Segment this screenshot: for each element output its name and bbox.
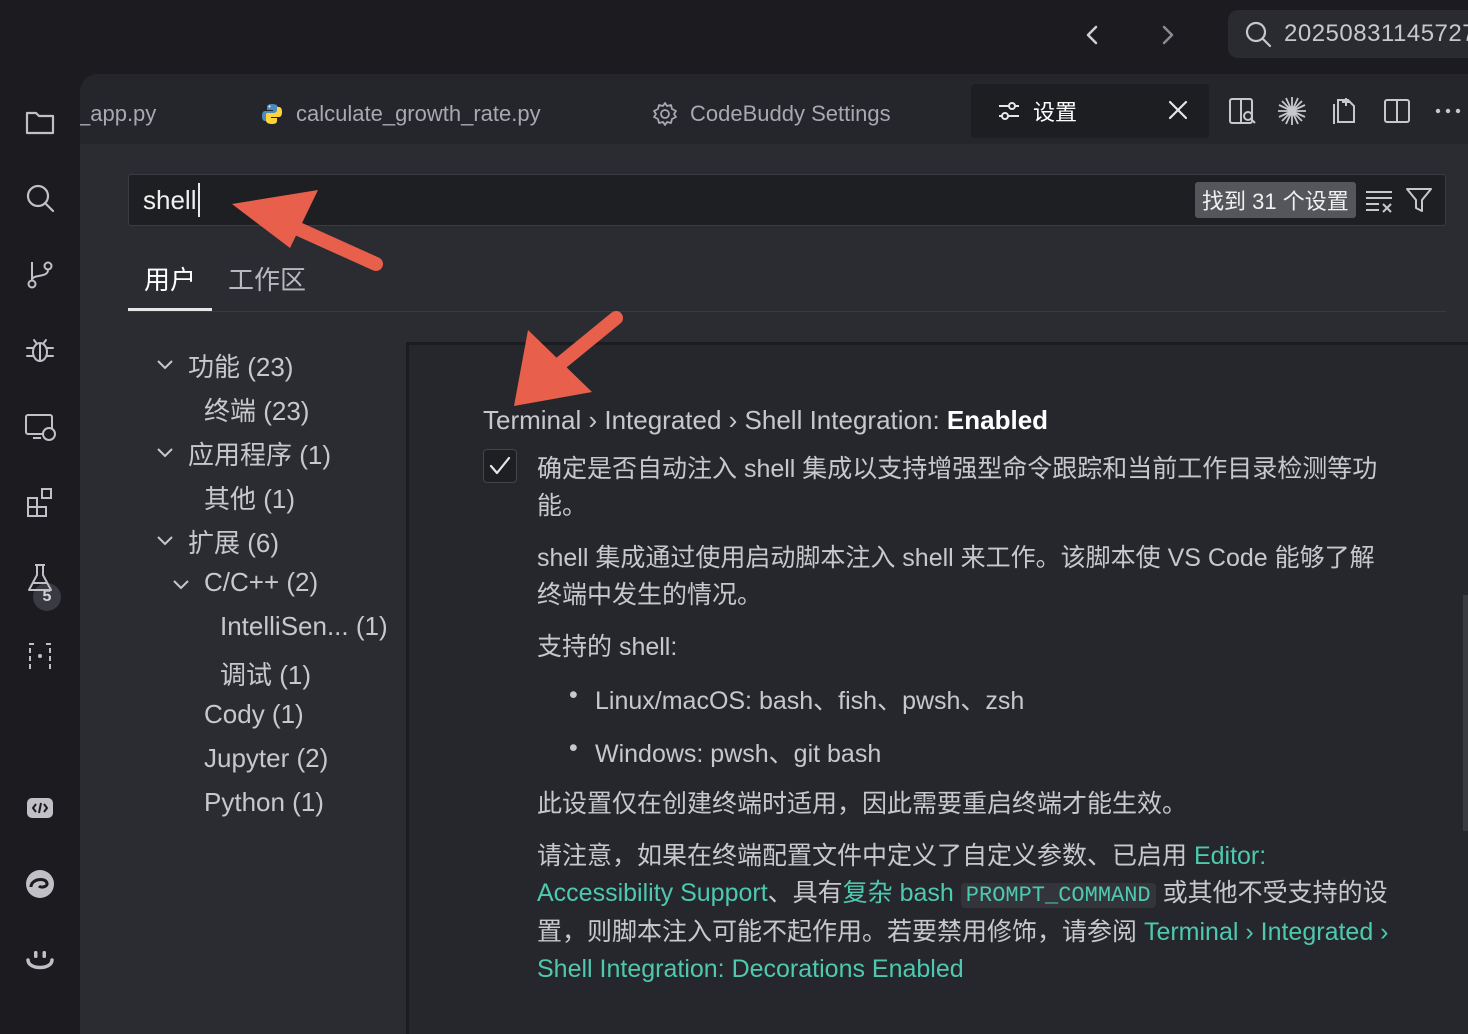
tab-calculate-growth-rate[interactable]: calculate_growth_rate.py: [260, 94, 541, 134]
activity-bar: 5: [0, 74, 80, 1034]
scrollbar[interactable]: [1463, 595, 1468, 831]
settings-sliders-icon: [997, 99, 1021, 123]
check-icon: [489, 456, 511, 475]
tab-codebuddy-settings[interactable]: CodeBuddy Settings: [652, 94, 891, 134]
open-changes-icon[interactable]: [1328, 94, 1362, 128]
annotation-arrow-icon: [232, 190, 383, 271]
more-actions-icon[interactable]: [1431, 94, 1465, 128]
setting-description-2: shell 集成通过使用启动脚本注入 shell 来工作。该脚本使 VS Cod…: [537, 544, 1375, 609]
testing-icon[interactable]: [20, 558, 60, 598]
toc-item-extensions[interactable]: 扩展 (6): [188, 523, 279, 560]
link-complex-bash[interactable]: 复杂 bash: [843, 879, 954, 907]
scope-tab-user[interactable]: 用户: [144, 260, 196, 297]
note-text: 请注意，如果在终端配置文件中定义了自定义参数、已启用: [537, 842, 1194, 870]
supported-shells-label: 支持的 shell:: [537, 633, 678, 661]
list-item: Linux/macOS: bash、fish、pwsh、zsh: [569, 681, 1024, 717]
split-editor-icon[interactable]: [1380, 94, 1414, 128]
open-settings-json-icon[interactable]: [1225, 94, 1259, 128]
chevron-left-icon[interactable]: [1076, 18, 1110, 52]
gear-icon: [652, 101, 678, 127]
filter-icon[interactable]: [1403, 184, 1435, 216]
setting-name: Enabled: [946, 405, 1049, 435]
settings-list: Terminal › Integrated › Shell Integratio…: [406, 342, 1468, 1034]
tab-bar: _app.py calculate_growth_rate.py CodeBud…: [80, 74, 1468, 144]
result-count-badge: 找到 31 个设置: [1195, 182, 1356, 218]
sparkle-icon[interactable]: [1275, 94, 1309, 128]
toc-item-features[interactable]: 功能 (23): [188, 347, 293, 384]
command-center-search[interactable]: 20250831145727: [1228, 10, 1468, 58]
search-icon: [1244, 20, 1272, 48]
edge-icon[interactable]: [20, 864, 60, 904]
chevron-down-icon[interactable]: [154, 530, 176, 552]
toc-item-python[interactable]: Python (1): [204, 787, 324, 818]
chevron-right-icon[interactable]: [1150, 18, 1184, 52]
tab-label: calculate_growth_rate.py: [296, 101, 541, 126]
tab-label: 设置: [1033, 100, 1078, 125]
toc-item-jupyter[interactable]: Jupyter (2): [204, 743, 328, 774]
setting-checkbox[interactable]: [483, 449, 517, 483]
toc-item-cpp[interactable]: C/C++ (2): [204, 567, 318, 598]
list-item: Windows: pwsh、git bash: [569, 734, 881, 770]
setting-description-1: 确定是否自动注入 shell 集成以支持增强型命令跟踪和当前工作目录检测等功能。: [537, 455, 1378, 520]
tab-settings[interactable]: 设置: [971, 84, 1209, 138]
python-icon: [260, 102, 284, 126]
tab-app-py[interactable]: _app.py: [80, 94, 156, 134]
toc-item-application[interactable]: 应用程序 (1): [188, 435, 331, 472]
divider: [128, 311, 1446, 312]
chevron-down-icon[interactable]: [170, 574, 192, 596]
search-value: shell: [143, 185, 197, 215]
toc-item-intellisense[interactable]: IntelliSen... (1): [220, 611, 388, 642]
command-center-text: 20250831145727: [1284, 20, 1468, 47]
extensions-icon[interactable]: [20, 482, 60, 522]
title-bar: 20250831145727: [0, 0, 1468, 74]
text-caret: [198, 183, 201, 218]
chevron-down-icon[interactable]: [154, 442, 176, 464]
toc-item-cody[interactable]: Cody (1): [204, 699, 304, 730]
chevron-down-icon[interactable]: [154, 354, 176, 376]
codebuddy-icon[interactable]: [20, 788, 60, 828]
source-control-icon[interactable]: [20, 254, 60, 294]
toc-item-other[interactable]: 其他 (1): [204, 479, 295, 516]
note-text: 、具有: [767, 879, 843, 907]
search-icon[interactable]: [20, 178, 60, 218]
copilot-icon[interactable]: [20, 940, 60, 980]
remote-explorer-icon[interactable]: [20, 406, 60, 446]
setting-description-3: 此设置仅在创建终端时适用，因此需要重启终端才能生效。: [537, 790, 1188, 818]
toc-item-terminal[interactable]: 终端 (23): [204, 391, 309, 428]
debug-icon[interactable]: [20, 330, 60, 370]
close-icon[interactable]: [1167, 99, 1189, 121]
setting-note: 请注意，如果在终端配置文件中定义了自定义参数、已启用 Editor: Acces…: [537, 838, 1397, 988]
clear-filter-icon[interactable]: [1363, 184, 1395, 216]
annotation-arrow-icon: [514, 311, 623, 406]
tab-label: CodeBuddy Settings: [690, 101, 891, 126]
toc-item-debug[interactable]: 调试 (1): [220, 655, 311, 692]
explorer-icon[interactable]: [20, 102, 60, 142]
remote-braces-icon[interactable]: [20, 636, 60, 676]
inline-code: PROMPT_COMMAND: [960, 883, 1156, 908]
tab-label: _app.py: [80, 101, 157, 126]
